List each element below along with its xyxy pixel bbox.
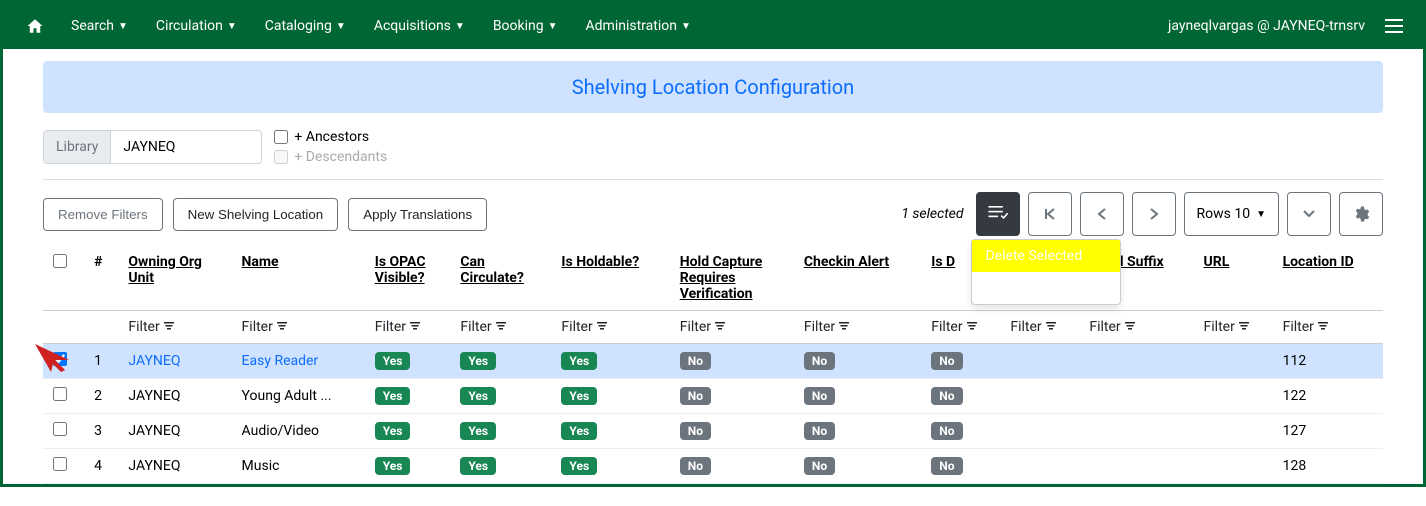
row-name: Easy Reader [232,344,365,379]
owning-org-header[interactable]: Owning OrgUnit [118,246,231,311]
header-row: # Owning OrgUnit Name Is OPACVisible? Ca… [43,246,1383,311]
row-locid: 127 [1273,414,1383,449]
url-header[interactable]: URL [1194,246,1273,311]
table-row[interactable]: 2JAYNEQYoung Adult ...YesYesYesNoNoNo122 [43,379,1383,414]
row-checkbox[interactable] [53,387,67,401]
remove-filters-button[interactable]: Remove Filters [43,198,163,231]
capture-header[interactable]: Hold CaptureRequiresVerification [670,246,794,311]
prev-page-button[interactable] [1080,192,1124,236]
filter-row: Filter Filter Filter Filter Filter Filte… [43,311,1383,344]
select-all-checkbox[interactable] [53,254,67,268]
filter-isd[interactable]: Filter [931,319,976,335]
filter-url[interactable]: Filter [1204,319,1249,335]
row-number: 2 [84,379,118,414]
filter-opac[interactable]: Filter [375,319,420,335]
circulate-header[interactable]: CanCirculate? [450,246,551,311]
nav-booking[interactable]: Booking ▼ [479,3,572,49]
name-header[interactable]: Name [232,246,365,311]
row-org: JAYNEQ [118,414,231,449]
apply-translations-button[interactable]: Apply Translations [348,198,487,231]
filter-locid[interactable]: Filter [1283,319,1328,335]
row-name: Music [232,449,365,484]
locations-table: # Owning OrgUnit Name Is OPACVisible? Ca… [43,246,1383,484]
ancestors-checkbox[interactable]: + Ancestors [274,129,387,145]
row-org: JAYNEQ [118,344,231,379]
top-navbar: Search ▼Circulation ▼Cataloging ▼Acquisi… [3,3,1423,49]
holdable-header[interactable]: Is Holdable? [551,246,669,311]
row-name: Audio/Video [232,414,365,449]
rows-per-page-button[interactable]: Rows 10▼ [1184,192,1279,236]
menu-icon[interactable] [1375,19,1413,33]
home-icon[interactable] [13,17,57,35]
row-org: JAYNEQ [118,379,231,414]
row-number: 1 [84,344,118,379]
page-title: Shelving Location Configuration [43,61,1383,113]
filter-hold[interactable]: Filter [561,319,606,335]
row-number: 4 [84,449,118,484]
pointer-arrow-icon [33,342,73,372]
filter-name[interactable]: Filter [242,319,287,335]
table-row[interactable]: 4JAYNEQMusicYesYesYesNoNoNo128 [43,449,1383,484]
nav-administration[interactable]: Administration ▼ [572,3,705,49]
nav-acquisitions[interactable]: Acquisitions ▼ [360,3,479,49]
first-page-button[interactable] [1028,192,1072,236]
checkin-header[interactable]: Checkin Alert [794,246,921,311]
row-locid: 112 [1273,344,1383,379]
descendants-checkbox: + Descendants [274,149,387,165]
library-config-row: Library JAYNEQ + Ancestors + Descendants [43,129,1383,180]
row-name: Young Adult ... [232,379,365,414]
library-value: JAYNEQ [111,131,261,163]
row-org: JAYNEQ [118,449,231,484]
filter-labelsuffix[interactable]: Filter [1089,319,1134,335]
new-shelving-location-button[interactable]: New Shelving Location [173,198,339,231]
action-row: Remove Filters New Shelving Location App… [43,192,1383,236]
library-label: Library [44,131,111,163]
library-selector[interactable]: Library JAYNEQ [43,130,262,164]
edit-selected-item[interactable]: Edit Selected [972,272,1120,304]
filter-capture[interactable]: Filter [680,319,725,335]
expand-button[interactable] [1287,192,1331,236]
row-locid: 128 [1273,449,1383,484]
filter-circ[interactable]: Filter [460,319,505,335]
row-locid: 122 [1273,379,1383,414]
row-checkbox[interactable] [53,457,67,471]
next-page-button[interactable] [1132,192,1176,236]
actions-dropdown: Delete Selected Edit Selected [971,239,1121,305]
nav-items: Search ▼Circulation ▼Cataloging ▼Acquisi… [57,3,705,49]
table-row[interactable]: 1JAYNEQEasy ReaderYesYesYesNoNoNo112 [43,344,1383,379]
actions-menu-button[interactable]: Delete Selected Edit Selected [976,192,1020,236]
filter-checkin[interactable]: Filter [804,319,849,335]
user-label[interactable]: jayneqlvargas @ JAYNEQ-trnsrv [1158,18,1375,34]
delete-selected-item[interactable]: Delete Selected [972,240,1120,272]
settings-button[interactable] [1339,192,1383,236]
row-number: 3 [84,414,118,449]
nav-cataloging[interactable]: Cataloging ▼ [251,3,360,49]
select-all-header [43,246,84,311]
opac-header[interactable]: Is OPACVisible? [365,246,451,311]
nav-circulation[interactable]: Circulation ▼ [142,3,251,49]
row-checkbox[interactable] [53,422,67,436]
number-header: # [84,246,118,311]
table-row[interactable]: 3JAYNEQAudio/VideoYesYesYesNoNoNo127 [43,414,1383,449]
locid-header[interactable]: Location ID [1273,246,1383,311]
filter-owning[interactable]: Filter [128,319,173,335]
filter-x1[interactable]: Filter [1010,319,1055,335]
selected-count: 1 selected [901,206,963,222]
nav-search[interactable]: Search ▼ [57,3,142,49]
